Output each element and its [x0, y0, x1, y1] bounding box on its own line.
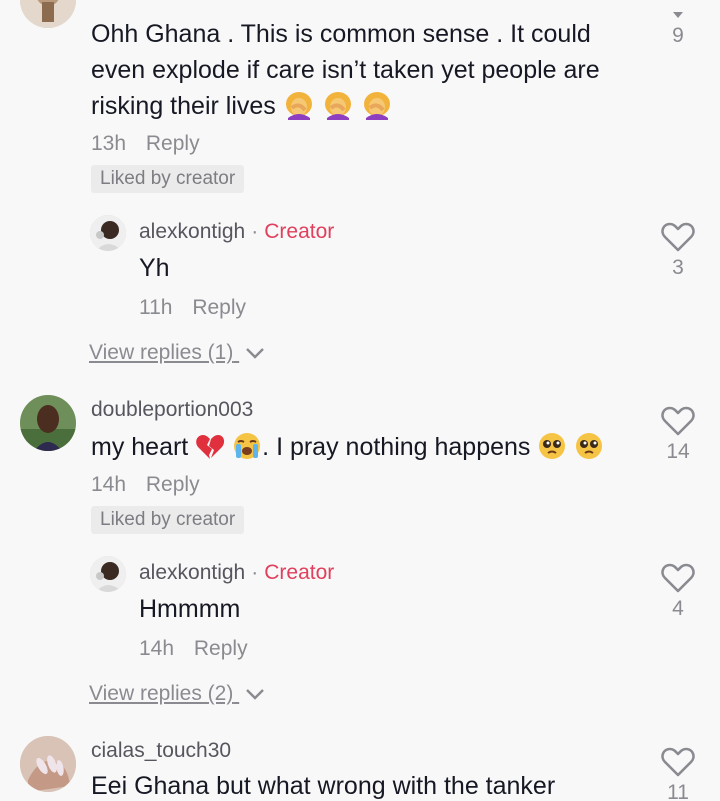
commenter-avatar[interactable]	[20, 395, 76, 451]
view-replies-label[interactable]: View replies (1)	[89, 341, 233, 364]
like-count: 14	[666, 440, 690, 463]
comment-time: 14h	[91, 473, 127, 496]
heart-icon[interactable]	[661, 406, 695, 436]
reply-username[interactable]: alexkontigh	[139, 220, 245, 243]
reply-button[interactable]: Reply	[194, 637, 248, 660]
like-control[interactable]: 4	[653, 563, 703, 621]
comment-time: 13h	[91, 132, 127, 155]
reply-meta: 14h Reply	[139, 637, 248, 661]
comment-text: Ohh Ghana . This is common sense . It co…	[91, 16, 651, 130]
reply-time: 14h	[139, 637, 175, 660]
reply-time: 11h	[139, 296, 173, 319]
like-count: 9	[672, 24, 684, 47]
creator-label: Creator	[264, 561, 335, 584]
reply-author[interactable]: alexkontigh · Creator	[139, 220, 334, 244]
reply-author[interactable]: alexkontigh · Creator	[139, 561, 334, 585]
reply-username[interactable]: alexkontigh	[139, 561, 245, 584]
crying-face-emoji	[232, 431, 262, 471]
creator-avatar[interactable]	[90, 556, 126, 592]
liked-by-creator-badge: Liked by creator	[91, 506, 245, 534]
comment-meta: 13h Reply	[91, 132, 200, 156]
reply-meta: 11h Reply	[139, 296, 246, 320]
heart-icon[interactable]	[661, 12, 695, 20]
heart-icon[interactable]	[661, 222, 695, 252]
like-control[interactable]: 3	[653, 222, 703, 280]
creator-label: Creator	[264, 220, 335, 243]
liked-by-creator-badge: Liked by creator	[91, 165, 245, 193]
like-control[interactable]: 14	[653, 406, 703, 464]
like-count: 4	[672, 597, 684, 620]
heart-icon[interactable]	[661, 563, 695, 593]
comment-username[interactable]: doubleportion003	[91, 398, 253, 422]
chevron-down-icon[interactable]	[245, 688, 265, 701]
reply-button[interactable]: Reply	[192, 296, 246, 319]
comment-meta: 14h Reply	[91, 473, 200, 497]
facepalm-emoji	[283, 90, 393, 130]
view-replies-label[interactable]: View replies (2)	[89, 682, 233, 705]
heart-icon[interactable]	[661, 747, 695, 777]
comment-text: Eei Ghana but what wrong with the tanker	[91, 772, 556, 800]
commenter-avatar[interactable]	[20, 0, 76, 28]
reply-text: Yh	[139, 254, 170, 282]
commenter-avatar[interactable]	[20, 736, 76, 792]
pleading-face-emoji	[537, 431, 604, 471]
separator-dot: ·	[251, 561, 259, 584]
reply-text: Hmmmm	[139, 595, 241, 623]
creator-avatar[interactable]	[90, 215, 126, 251]
like-count: 11	[667, 781, 689, 801]
like-control[interactable]: 11	[653, 747, 703, 801]
comment-text: my heart . I pray nothing happens	[91, 429, 631, 471]
chevron-down-icon[interactable]	[245, 347, 265, 360]
like-count: 3	[672, 256, 684, 279]
broken-heart-emoji	[195, 433, 225, 471]
like-control[interactable]: 9	[653, 12, 703, 48]
comment-username[interactable]: cialas_touch30	[91, 739, 231, 763]
view-replies-button[interactable]: View replies (1)	[89, 341, 265, 365]
comments-panel: Ohh Ghana . This is common sense . It co…	[0, 0, 720, 801]
view-replies-button[interactable]: View replies (2)	[89, 682, 265, 706]
reply-button[interactable]: Reply	[146, 132, 200, 155]
separator-dot: ·	[251, 220, 259, 243]
reply-button[interactable]: Reply	[146, 473, 200, 496]
